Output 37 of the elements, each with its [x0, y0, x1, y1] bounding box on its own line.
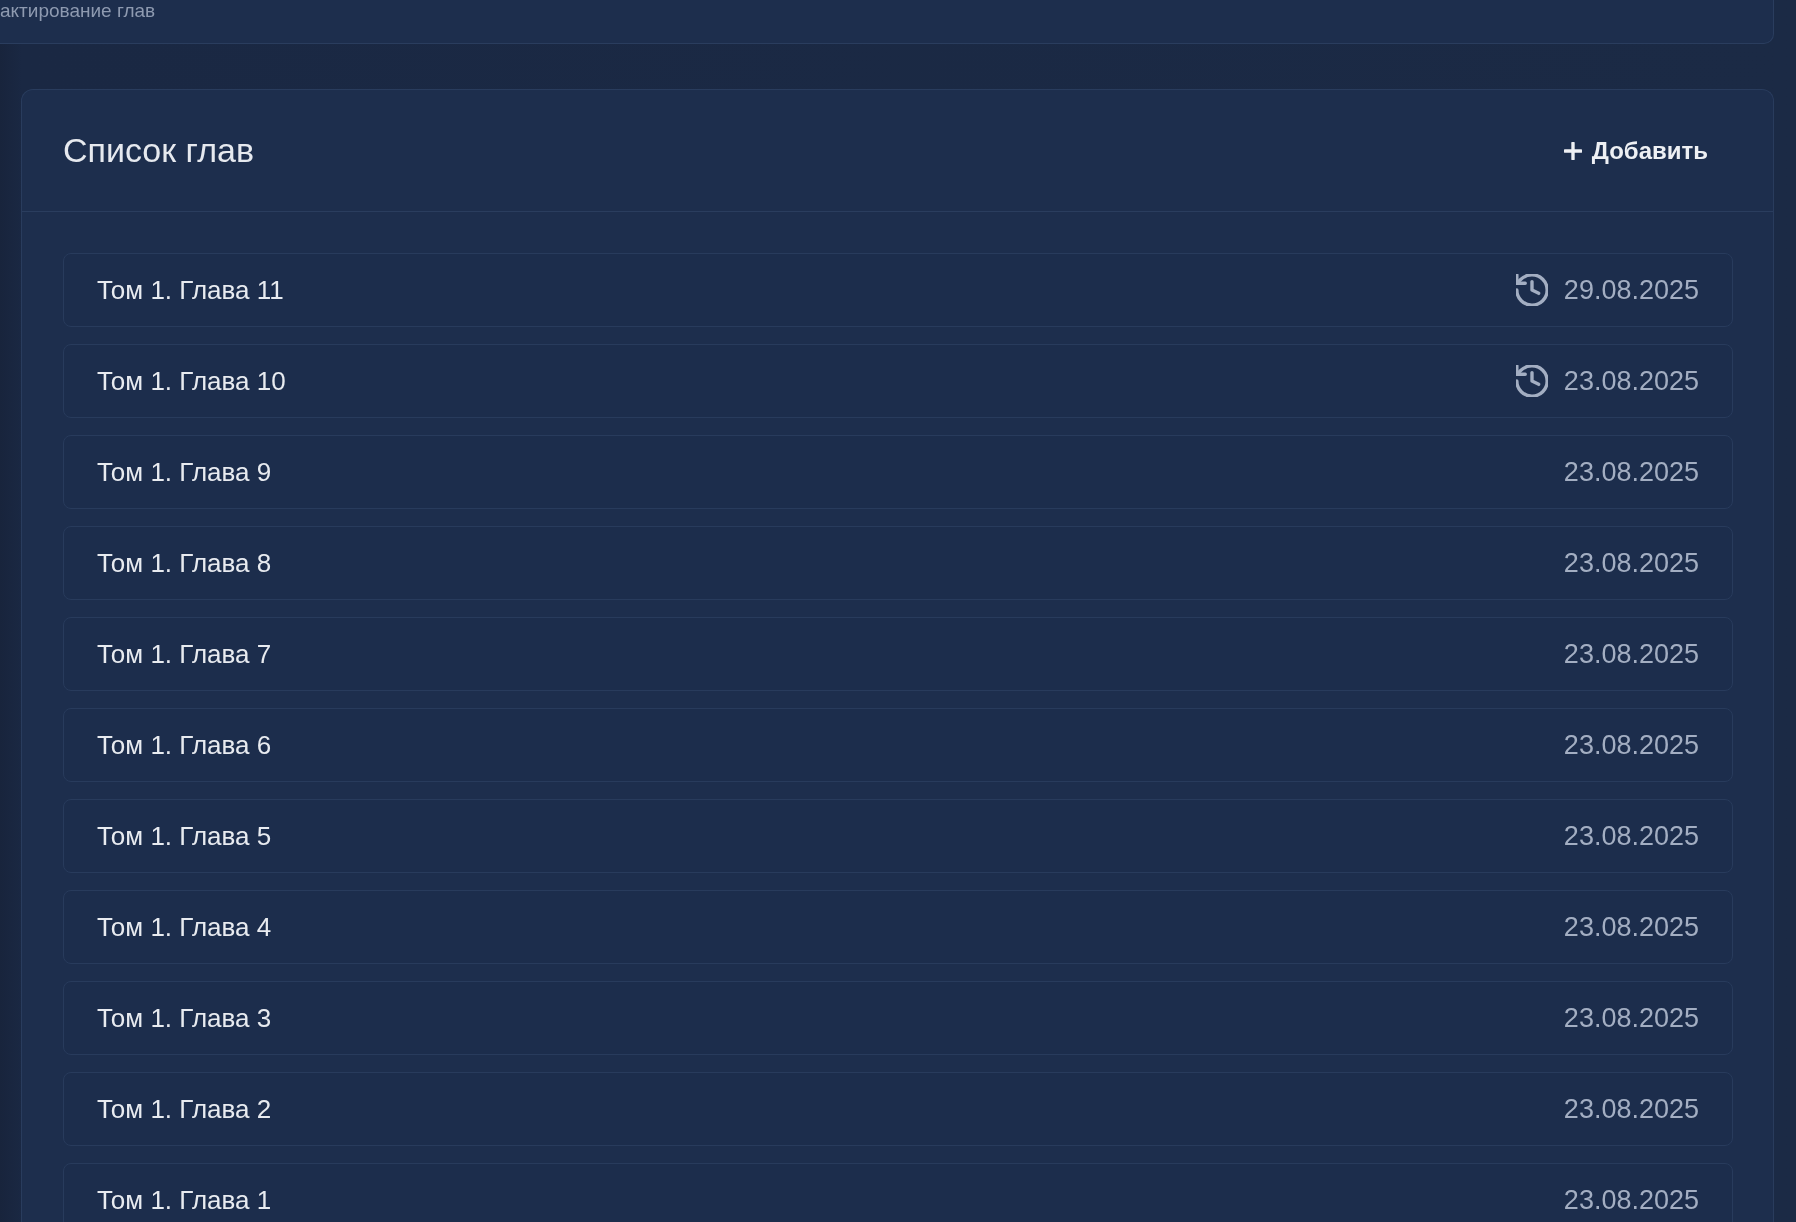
chapter-date: 23.08.2025 [1563, 820, 1699, 852]
chapter-date: 29.08.2025 [1563, 274, 1699, 306]
chapter-row[interactable]: Том 1. Глава 7 23.08.2025 [63, 617, 1733, 691]
chapter-row[interactable]: Том 1. Глава 5 23.08.2025 [63, 799, 1733, 873]
chapter-title: Том 1. Глава 8 [97, 547, 272, 579]
chapter-title: Том 1. Глава 5 [97, 820, 272, 852]
chapter-date: 23.08.2025 [1563, 911, 1699, 943]
chapter-title: Том 1. Глава 4 [97, 911, 272, 943]
card-title: Список глав [63, 131, 255, 170]
chapter-row[interactable]: Том 1. Глава 6 23.08.2025 [63, 708, 1733, 782]
chapter-row[interactable]: Том 1. Глава 10 23.08.2025 [63, 344, 1733, 418]
plus-icon [1563, 141, 1582, 160]
chapter-date: 23.08.2025 [1563, 1093, 1699, 1125]
chapter-row[interactable]: Том 1. Глава 9 23.08.2025 [63, 435, 1733, 509]
chapter-row[interactable]: Том 1. Глава 4 23.08.2025 [63, 890, 1733, 964]
chapter-title: Том 1. Глава 7 [97, 638, 272, 670]
chapter-date: 23.08.2025 [1563, 729, 1699, 761]
chapter-row[interactable]: Том 1. Глава 3 23.08.2025 [63, 981, 1733, 1055]
chapter-date: 23.08.2025 [1563, 547, 1699, 579]
chapter-date: 23.08.2025 [1563, 365, 1699, 397]
chapter-title: Том 1. Глава 11 [97, 274, 284, 306]
chapter-date: 23.08.2025 [1563, 1002, 1699, 1034]
chapter-row[interactable]: Том 1. Глава 1 23.08.2025 [63, 1163, 1733, 1222]
add-button[interactable]: Добавить [1555, 128, 1732, 173]
page-title: актирование глав [0, 0, 156, 22]
chapter-row[interactable]: Том 1. Глава 2 23.08.2025 [63, 1072, 1733, 1146]
chapter-title: Том 1. Глава 2 [97, 1093, 272, 1125]
chapter-row[interactable]: Том 1. Глава 11 29.08.2025 [63, 253, 1733, 327]
chapter-title: Том 1. Глава 9 [97, 456, 272, 488]
chapter-title: Том 1. Глава 3 [97, 1002, 272, 1034]
chapter-row[interactable]: Том 1. Глава 8 23.08.2025 [63, 526, 1733, 600]
chapter-title: Том 1. Глава 1 [97, 1184, 272, 1216]
chapter-date: 23.08.2025 [1563, 638, 1699, 670]
chapter-title: Том 1. Глава 6 [97, 729, 272, 761]
chapter-title: Том 1. Глава 10 [97, 365, 286, 397]
chapter-date: 23.08.2025 [1563, 1184, 1699, 1216]
chapter-date: 23.08.2025 [1563, 456, 1699, 488]
